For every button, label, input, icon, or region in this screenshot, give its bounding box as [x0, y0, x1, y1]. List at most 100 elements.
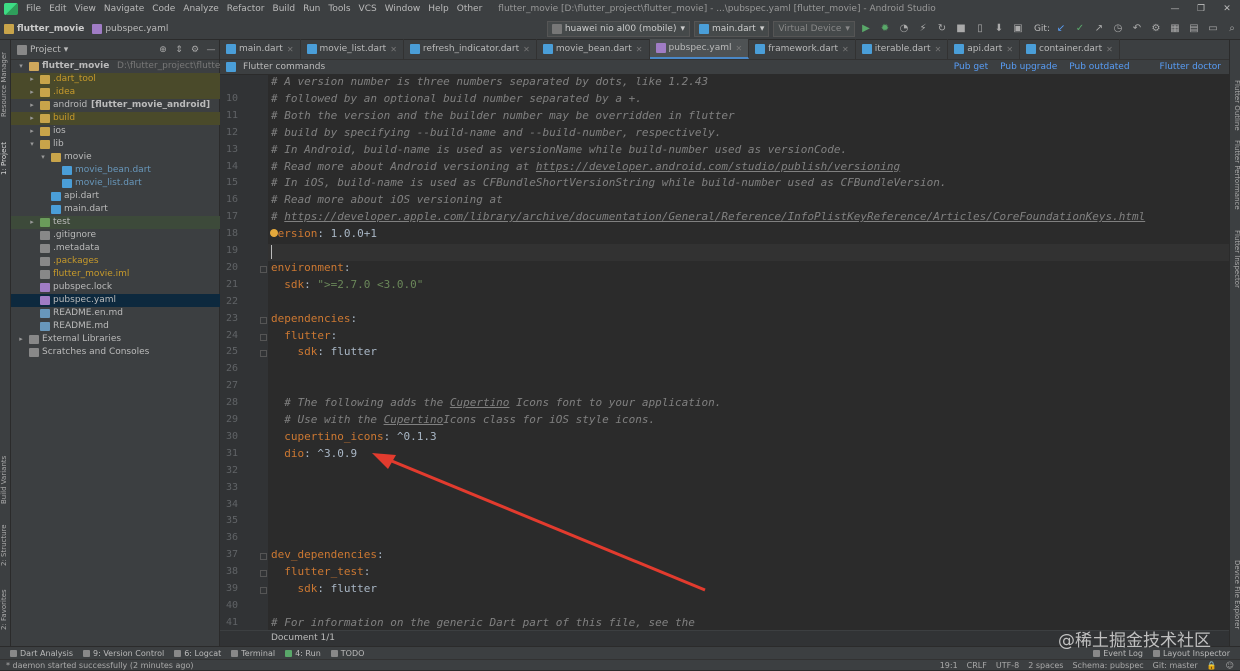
inspector-icon[interactable]: ☺: [1226, 660, 1234, 671]
flutter-doctor-link[interactable]: Flutter doctor: [1160, 62, 1221, 72]
fold-marker-icon[interactable]: [260, 570, 267, 578]
virtual-device-selector[interactable]: Virtual Device ▾: [773, 20, 855, 37]
tree-item[interactable]: ▸ External Libraries: [11, 333, 220, 346]
editor-tab[interactable]: iterable.dart ✕: [856, 39, 949, 59]
expand-arrow-icon[interactable]: ▸: [28, 86, 36, 99]
menu-item-edit[interactable]: Edit: [45, 4, 70, 14]
profile-icon[interactable]: ◔: [896, 21, 912, 37]
structure-tab[interactable]: 2: Structure: [0, 520, 11, 570]
pub-get-link[interactable]: Pub get: [954, 62, 988, 72]
pub-outdated-link[interactable]: Pub outdated: [1069, 62, 1129, 72]
file-encoding[interactable]: UTF-8: [996, 660, 1019, 671]
expand-arrow-icon[interactable]: ▸: [28, 216, 36, 229]
tree-item[interactable]: ▸ .idea: [11, 86, 220, 99]
expand-arrow-icon[interactable]: ▾: [39, 151, 47, 164]
settings-icon[interactable]: ⚙: [1148, 21, 1164, 37]
run-config-selector[interactable]: main.dart ▾: [694, 20, 770, 37]
close-tab-icon[interactable]: ✕: [636, 45, 643, 54]
expand-arrow-icon[interactable]: ▸: [28, 99, 36, 112]
breadcrumb-file[interactable]: pubspec.yaml: [88, 23, 172, 34]
tree-item[interactable]: ▾ flutter_movie D:\flutter_project\flutter…: [11, 60, 256, 73]
flutter-inspector-tab[interactable]: Flutter Inspector: [1231, 230, 1240, 288]
tree-item[interactable]: movie_bean.dart: [11, 164, 220, 177]
tree-item[interactable]: pubspec.lock: [11, 281, 220, 294]
indent-setting[interactable]: 2 spaces: [1028, 660, 1063, 671]
project-structure-icon[interactable]: ▦: [1167, 21, 1183, 37]
history-icon[interactable]: ◷: [1110, 21, 1126, 37]
tree-item[interactable]: README.en.md: [11, 307, 220, 320]
device-mirror-icon[interactable]: ▭: [1205, 21, 1221, 37]
run-tab[interactable]: 4: Run: [285, 649, 321, 658]
menu-item-vcs[interactable]: VCS: [355, 4, 381, 14]
layout-icon[interactable]: ▤: [1186, 21, 1202, 37]
locate-file-icon[interactable]: ⊕: [155, 45, 171, 55]
favorites-tab[interactable]: 2: Favorites: [0, 585, 11, 635]
sdk-manager-icon[interactable]: ⬇: [991, 21, 1007, 37]
close-tab-icon[interactable]: ✕: [1006, 45, 1013, 54]
menu-item-file[interactable]: File: [22, 4, 45, 14]
close-tab-icon[interactable]: ✕: [523, 45, 530, 54]
fold-marker-icon[interactable]: [260, 316, 267, 324]
close-tab-icon[interactable]: ✕: [736, 44, 743, 53]
tree-item[interactable]: ▸ android [flutter_movie_android]: [11, 99, 220, 112]
close-button[interactable]: ✕: [1214, 0, 1240, 18]
expand-arrow-icon[interactable]: ▸: [28, 73, 36, 86]
resource-manager-tab[interactable]: Resource Manager: [0, 44, 11, 124]
tree-item[interactable]: movie_list.dart: [11, 177, 220, 190]
editor-tab[interactable]: api.dart ✕: [948, 39, 1021, 59]
breadcrumb-project[interactable]: flutter_movie: [0, 23, 88, 34]
tree-item[interactable]: ▸ ios: [11, 125, 220, 138]
editor-tab[interactable]: framework.dart ✕: [749, 39, 856, 59]
editor-tab[interactable]: movie_bean.dart ✕: [537, 39, 650, 59]
expand-arrow-icon[interactable]: ▸: [17, 333, 25, 346]
tree-item[interactable]: main.dart: [11, 203, 220, 216]
editor-tab[interactable]: main.dart ✕: [220, 39, 301, 59]
todo-tab[interactable]: TODO: [330, 649, 364, 658]
dart-analysis-tab[interactable]: Dart Analysis: [10, 649, 73, 658]
stop-icon[interactable]: ■: [953, 21, 969, 37]
menu-item-run[interactable]: Run: [299, 4, 324, 14]
chevron-down-icon[interactable]: ▾: [64, 45, 69, 55]
tree-item[interactable]: ▸ .dart_tool: [11, 73, 220, 86]
tree-item[interactable]: ▾ lib: [11, 138, 220, 151]
gear-icon[interactable]: ⚙: [187, 45, 203, 55]
hot-reload-icon[interactable]: ↻: [934, 21, 950, 37]
editor-tab[interactable]: container.dart ✕: [1020, 39, 1120, 59]
tree-item[interactable]: .packages: [11, 255, 220, 268]
fold-marker-icon[interactable]: [260, 333, 267, 341]
tree-item[interactable]: pubspec.yaml: [11, 294, 220, 307]
close-tab-icon[interactable]: ✕: [1106, 45, 1113, 54]
close-tab-icon[interactable]: ✕: [390, 45, 397, 54]
collapse-all-icon[interactable]: ⇕: [171, 45, 187, 55]
git-branch[interactable]: Git: master: [1153, 660, 1198, 671]
flutter-performance-tab[interactable]: Flutter Performance: [1231, 140, 1240, 210]
close-tab-icon[interactable]: ✕: [287, 45, 294, 54]
hide-panel-icon[interactable]: —: [203, 45, 219, 55]
tree-item[interactable]: README.md: [11, 320, 220, 333]
editor-tab[interactable]: movie_list.dart ✕: [301, 39, 404, 59]
logcat-tab[interactable]: 6: Logcat: [174, 649, 221, 658]
debug-icon[interactable]: ✹: [877, 21, 893, 37]
git-update-icon[interactable]: ↙: [1053, 21, 1069, 37]
tree-item[interactable]: api.dart: [11, 190, 220, 203]
editor-tab[interactable]: refresh_indicator.dart ✕: [404, 39, 537, 59]
expand-arrow-icon[interactable]: ▾: [17, 60, 25, 73]
fold-marker-icon[interactable]: [260, 350, 267, 358]
expand-arrow-icon[interactable]: ▸: [28, 125, 36, 138]
build-variants-tab[interactable]: Build Variants: [0, 450, 11, 510]
menu-item-navigate[interactable]: Navigate: [100, 4, 148, 14]
search-icon[interactable]: ⌕: [1224, 21, 1240, 37]
line-separator[interactable]: CRLF: [967, 660, 987, 671]
menu-item-other[interactable]: Other: [453, 4, 487, 14]
device-selector[interactable]: huawei nio al00 (mobile) ▾: [546, 20, 691, 37]
tree-item[interactable]: ▾ movie: [11, 151, 220, 164]
device-manager-icon[interactable]: ▣: [1010, 21, 1026, 37]
fold-marker-icon[interactable]: [260, 553, 267, 561]
menu-item-code[interactable]: Code: [148, 4, 179, 14]
menu-item-window[interactable]: Window: [381, 4, 425, 14]
close-tab-icon[interactable]: ✕: [842, 45, 849, 54]
code-editor[interactable]: # A version number is three numbers sepa…: [268, 75, 1229, 630]
menu-item-refactor[interactable]: Refactor: [223, 4, 269, 14]
avd-manager-icon[interactable]: ▯: [972, 21, 988, 37]
maximize-button[interactable]: ❐: [1188, 0, 1214, 18]
